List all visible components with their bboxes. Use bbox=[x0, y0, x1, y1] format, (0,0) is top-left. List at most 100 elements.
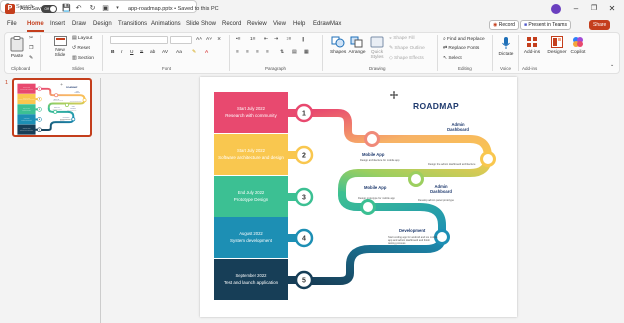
justify-icon[interactable]: ≡ bbox=[266, 50, 269, 55]
ribbon-separator bbox=[322, 35, 323, 71]
underline-icon[interactable]: U bbox=[130, 50, 133, 55]
number-circle-5: 5 bbox=[294, 270, 314, 290]
redo-icon[interactable]: ↻ bbox=[88, 4, 97, 13]
arrange-label: Arrange bbox=[348, 50, 366, 55]
select-button[interactable]: ↖ Select bbox=[443, 56, 462, 61]
align-left-icon[interactable]: ≡ bbox=[236, 50, 239, 55]
clear-formatting-icon[interactable]: ⨯ bbox=[217, 37, 221, 42]
roadmap-step-2: Start July 2022 Software architecture an… bbox=[17, 93, 36, 105]
replace-fonts-button[interactable]: ⇄ Replace Fonts bbox=[443, 46, 479, 51]
font-size-dropdown[interactable] bbox=[170, 36, 192, 44]
present-in-teams-button[interactable]: ■ Present in Teams bbox=[520, 20, 571, 30]
columns-icon[interactable]: ⫼ bbox=[302, 37, 304, 43]
strikethrough-icon[interactable]: S bbox=[140, 50, 143, 55]
add-ins-button[interactable]: Add-ins bbox=[522, 36, 542, 55]
tab-file[interactable]: File bbox=[7, 21, 17, 27]
copy-icon[interactable]: ❐ bbox=[29, 46, 33, 51]
move-cursor-icon bbox=[390, 91, 398, 99]
arrange-button[interactable]: Arrange bbox=[348, 36, 366, 55]
roadmap-slide: 1 2 3 4 5 Start July 2022 Research with … bbox=[200, 77, 517, 317]
decrease-font-icon[interactable]: A˅ bbox=[206, 37, 212, 42]
smartart-icon[interactable]: ▦ bbox=[304, 50, 309, 55]
reset-button[interactable]: ↺ Reset bbox=[72, 46, 90, 51]
shape-outline-button[interactable]: ✎ Shape Outline bbox=[389, 46, 425, 51]
tab-edrawmax[interactable]: EdrawMax bbox=[313, 21, 341, 27]
shapes-button[interactable]: Shapes bbox=[330, 36, 346, 55]
milestone-description: Design the admin dashboard architecture bbox=[69, 101, 82, 102]
pane-divider[interactable] bbox=[100, 78, 101, 323]
paste-button[interactable]: Paste bbox=[9, 36, 25, 59]
increase-font-icon[interactable]: A˄ bbox=[196, 37, 202, 42]
slide-canvas[interactable]: 1 2 3 4 5 Start July 2022 Research with … bbox=[200, 77, 517, 317]
shadow-icon[interactable]: ab bbox=[150, 50, 155, 55]
number-2: 2 bbox=[39, 99, 40, 101]
tab-help[interactable]: Help bbox=[293, 21, 305, 27]
new-slide-button[interactable]: New Slide bbox=[51, 36, 69, 58]
tab-transitions[interactable]: Transitions bbox=[118, 21, 147, 27]
undo-icon[interactable]: ↶ bbox=[74, 4, 83, 13]
bullets-icon[interactable]: •≡ bbox=[236, 37, 240, 42]
tab-review[interactable]: Review bbox=[247, 21, 267, 27]
align-center-icon[interactable]: ≡ bbox=[246, 50, 249, 55]
font-name-dropdown[interactable] bbox=[110, 36, 168, 44]
designer-button[interactable]: Designer bbox=[547, 36, 567, 55]
increase-indent-icon[interactable]: ⇥ bbox=[274, 37, 278, 42]
quick-styles-label: Quick Styles bbox=[370, 50, 384, 60]
copilot-button[interactable]: Copilot bbox=[569, 36, 587, 55]
start-from-beginning-icon[interactable]: ▣ bbox=[101, 4, 110, 13]
dictate-label: Dictate bbox=[498, 52, 514, 57]
cut-icon[interactable]: ✂ bbox=[29, 36, 33, 41]
shape-fill-button[interactable]: ◒ Shape Fill bbox=[389, 36, 415, 41]
tab-draw[interactable]: Draw bbox=[72, 21, 86, 27]
tab-design[interactable]: Design bbox=[93, 21, 112, 27]
shape-effects-button[interactable]: ◇ Shape Effects bbox=[389, 56, 424, 61]
tab-view[interactable]: View bbox=[273, 21, 286, 27]
tab-record[interactable]: Record bbox=[222, 21, 241, 27]
number-1: 1 bbox=[302, 111, 306, 118]
text-direction-icon[interactable]: ⇅ bbox=[280, 50, 284, 55]
share-button[interactable]: Share bbox=[589, 20, 611, 30]
milestone-description: Start coding app for android and ios mob… bbox=[60, 118, 73, 122]
italic-icon[interactable]: I bbox=[121, 50, 122, 55]
quick-styles-button[interactable]: Quick Styles bbox=[368, 36, 386, 60]
change-case-icon[interactable]: Aa bbox=[176, 50, 182, 55]
highlight-icon[interactable]: ✎ bbox=[192, 50, 196, 55]
tab-insert[interactable]: Insert bbox=[50, 21, 65, 27]
align-text-icon[interactable]: ▤ bbox=[292, 50, 297, 55]
designer-label: Designer bbox=[547, 50, 567, 55]
font-color-icon[interactable]: A bbox=[205, 50, 208, 55]
step-date: Start July 2022 bbox=[237, 148, 265, 154]
dictate-button[interactable]: Dictate bbox=[497, 36, 515, 57]
layout-button[interactable]: ▤ Layout bbox=[72, 36, 92, 41]
save-icon[interactable]: 💾 bbox=[62, 4, 71, 13]
tab-slide-show[interactable]: Slide Show bbox=[186, 21, 216, 27]
decrease-indent-icon[interactable]: ⇤ bbox=[264, 37, 268, 42]
number-3: 3 bbox=[39, 109, 40, 111]
record-button[interactable]: ◉ Record bbox=[489, 20, 519, 30]
bold-icon[interactable]: B bbox=[111, 50, 114, 55]
format-painter-icon[interactable]: ✎ bbox=[29, 56, 33, 61]
milestone-title: Development bbox=[399, 228, 426, 233]
tab-home[interactable]: Home bbox=[27, 21, 44, 27]
restore-icon[interactable]: ❐ bbox=[587, 2, 601, 15]
avatar[interactable] bbox=[551, 4, 561, 14]
copilot-icon bbox=[573, 37, 583, 47]
section-button[interactable]: ▥ Section bbox=[72, 56, 94, 61]
tab-animations[interactable]: Animations bbox=[151, 21, 181, 27]
autosave-toggle[interactable]: Off bbox=[41, 5, 57, 13]
align-right-icon[interactable]: ≡ bbox=[256, 50, 259, 55]
find-replace-button[interactable]: ⌕ Find and Replace bbox=[443, 36, 485, 42]
slide-thumbnail[interactable]: 1 2 3 4 5 Start July 2022 Research with … bbox=[12, 78, 92, 137]
customize-toolbar-icon[interactable]: ▾ bbox=[113, 4, 122, 13]
close-icon[interactable]: ✕ bbox=[605, 2, 619, 15]
numbering-icon[interactable]: 1≡ bbox=[250, 37, 255, 42]
powerpoint-logo-icon: P bbox=[5, 4, 15, 14]
char-spacing-icon[interactable]: AV bbox=[162, 50, 168, 55]
minimize-icon[interactable]: – bbox=[569, 2, 583, 15]
collapse-ribbon-icon[interactable]: ⌄ bbox=[610, 63, 614, 68]
step-date: End July 2022 bbox=[237, 190, 265, 196]
milestone-description: Design architecture for mobile app bbox=[53, 100, 63, 101]
file-title[interactable]: app-roadmap.pptx • Saved to this PC bbox=[128, 6, 219, 12]
move-cursor-icon bbox=[60, 83, 63, 86]
line-spacing-icon[interactable]: ↕≡ bbox=[286, 37, 291, 42]
